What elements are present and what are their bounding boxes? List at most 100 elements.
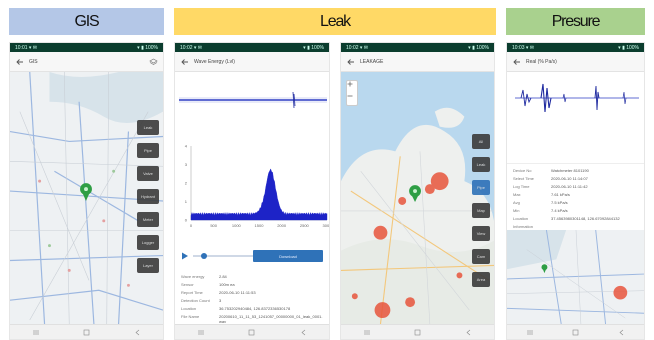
playback-controls: Download <box>175 242 329 270</box>
back-arrow-icon[interactable] <box>15 57 24 66</box>
play-icon[interactable] <box>181 252 189 260</box>
info-label: Select Time <box>513 176 534 181</box>
x-tick-label: 3000 <box>323 223 330 228</box>
side-button-hydrant[interactable]: Hydrant <box>137 189 159 204</box>
info-label: File Name <box>181 314 200 319</box>
y-tick-label: 4 <box>185 144 188 149</box>
info-value: 2.84 <box>219 274 227 279</box>
info-label: Max <box>513 192 521 197</box>
gis-map[interactable]: Leak Pipe Valve Hydrant Meter Logger Lay… <box>10 72 163 324</box>
side-button-pipe[interactable]: Pipe <box>472 180 490 195</box>
status-bar: 10:02 ▾ ✉ ▾ ▮ 100% <box>341 43 494 52</box>
side-button-leak[interactable]: Leak <box>472 157 490 172</box>
status-bar: 10:01 ▾ ✉ ▾ ▮ 100% <box>10 43 163 52</box>
info-value: 3 <box>219 298 222 303</box>
nav-home-icon[interactable] <box>414 329 421 336</box>
y-tick-label: 3 <box>185 162 188 167</box>
x-tick-label: 0 <box>190 223 193 228</box>
page-title: Real (% Pa/s) <box>526 58 557 65</box>
side-button-view[interactable]: View <box>472 226 490 241</box>
zoom-in-icon[interactable] <box>347 81 357 93</box>
side-button-layer[interactable]: Layer <box>137 258 159 273</box>
back-arrow-icon[interactable] <box>346 57 355 66</box>
info-footer-label: Information <box>513 224 534 229</box>
slider-knob[interactable] <box>201 253 207 259</box>
info-label: Min <box>513 208 520 213</box>
side-button-logger[interactable]: Logger <box>137 235 159 250</box>
info-label: Detection Count <box>181 298 210 303</box>
info-row: Device No Watchmeter 8101190 <box>513 168 638 173</box>
status-time: 10:02 ▾ ✉ <box>346 44 368 51</box>
status-time: 10:03 ▾ ✉ <box>512 44 534 51</box>
info-row: Sensor 100m ea <box>181 282 323 287</box>
pressure-map-canvas <box>507 230 644 324</box>
info-value: 7.5 kPa/s <box>551 200 568 205</box>
info-row: File Name 20200610_11_11_53_1241057_00000… <box>181 314 323 324</box>
leak-signal-chart: 0 500 1000 1500 2000 2500 3000 4 3 2 1 0 <box>175 72 329 242</box>
info-label: Log Time <box>513 184 530 189</box>
nav-recent-icon[interactable] <box>32 329 39 336</box>
nav-home-icon[interactable] <box>572 329 579 336</box>
info-row: Log Time 2020-06-10 11:11:42 <box>513 184 638 189</box>
y-tick-label: 0 <box>185 218 188 223</box>
header-pressure: Presure <box>506 8 645 35</box>
nav-home-icon[interactable] <box>248 329 255 336</box>
spectrum-area <box>190 168 328 221</box>
info-footer: Information <box>513 224 638 229</box>
pressure-waveform-canvas <box>515 83 639 113</box>
status-time: 10:01 ▾ ✉ <box>15 44 37 51</box>
nav-back-icon[interactable] <box>134 329 141 336</box>
zoom-out-icon[interactable] <box>347 93 357 105</box>
info-label: Avg <box>513 200 520 205</box>
side-button-pipe[interactable]: Pipe <box>137 143 159 158</box>
pressure-info-list: Device No Watchmeter 8101190 Select Time 2… <box>513 168 638 232</box>
info-label: Report Time <box>181 290 203 295</box>
back-arrow-icon[interactable] <box>180 57 189 66</box>
info-row: Location 36.753202940484, 126.83723365301… <box>181 306 323 311</box>
playback-slider[interactable] <box>193 253 253 259</box>
nav-back-icon[interactable] <box>465 329 472 336</box>
layers-icon[interactable] <box>148 58 158 66</box>
info-row: Location 37.4563980301148, 126.6709284413… <box>513 216 638 221</box>
info-value: 20200610_11_11_53_1241057_00000000_01_le… <box>219 314 323 324</box>
info-row: Min 7.4 kPa/s <box>513 208 638 213</box>
pressure-marker[interactable] <box>613 285 628 300</box>
info-row: Detection Count 3 <box>181 298 323 303</box>
nav-back-icon[interactable] <box>618 329 625 336</box>
download-button[interactable]: Download <box>253 250 323 262</box>
side-button-map[interactable]: Map <box>472 203 490 218</box>
info-row: Report Time 2020-06-10 11:11:53 <box>181 290 323 295</box>
side-button-cam[interactable]: Cam <box>472 249 490 264</box>
nav-recent-icon[interactable] <box>197 329 204 336</box>
info-label: Wave energy <box>181 274 205 279</box>
system-nav-bar <box>341 324 494 339</box>
nav-home-icon[interactable] <box>83 329 90 336</box>
status-indicators: ▾ ▮ 100% <box>303 44 324 51</box>
nav-back-icon[interactable] <box>300 329 307 336</box>
page-title: LEAKAGE <box>360 58 384 65</box>
side-button-leak[interactable]: Leak <box>137 120 159 135</box>
nav-recent-icon[interactable] <box>363 329 370 336</box>
pressure-waveform <box>507 72 644 164</box>
leak-info-list: Wave energy 2.84 Sensor 100m ea Report Tim… <box>181 274 323 327</box>
side-button-valve[interactable]: Valve <box>137 166 159 181</box>
leak-map[interactable]: All Leak Pipe Map View Cam Area <box>341 72 494 324</box>
info-value: 36.753202940484, 126.8372336530178 <box>219 306 291 311</box>
info-value: 2020-06-10 11:14:07 <box>551 176 588 181</box>
info-row: Max 7.61 kPa/s <box>513 192 638 197</box>
nav-recent-icon[interactable] <box>526 329 533 336</box>
x-tick-label: 2500 <box>300 223 310 228</box>
info-row: Wave energy 2.84 <box>181 274 323 279</box>
page-title: GIS <box>29 58 38 65</box>
pressure-map[interactable] <box>507 230 644 324</box>
side-button-meter[interactable]: Meter <box>137 212 159 227</box>
info-value: 2020-06-10 11:11:42 <box>551 184 588 189</box>
pressure-screen: 10:03 ▾ ✉ ▾ ▮ 100% Real (% Pa/s) Device … <box>506 42 645 340</box>
side-button-area[interactable]: Area <box>472 272 490 287</box>
status-indicators: ▾ ▮ 100% <box>137 44 158 51</box>
side-button-all[interactable]: All <box>472 134 490 149</box>
info-value: Watchmeter 8101190 <box>551 168 589 173</box>
info-value: 7.4 kPa/s <box>551 208 568 213</box>
back-arrow-icon[interactable] <box>512 57 521 66</box>
x-tick-label: 500 <box>210 223 217 228</box>
